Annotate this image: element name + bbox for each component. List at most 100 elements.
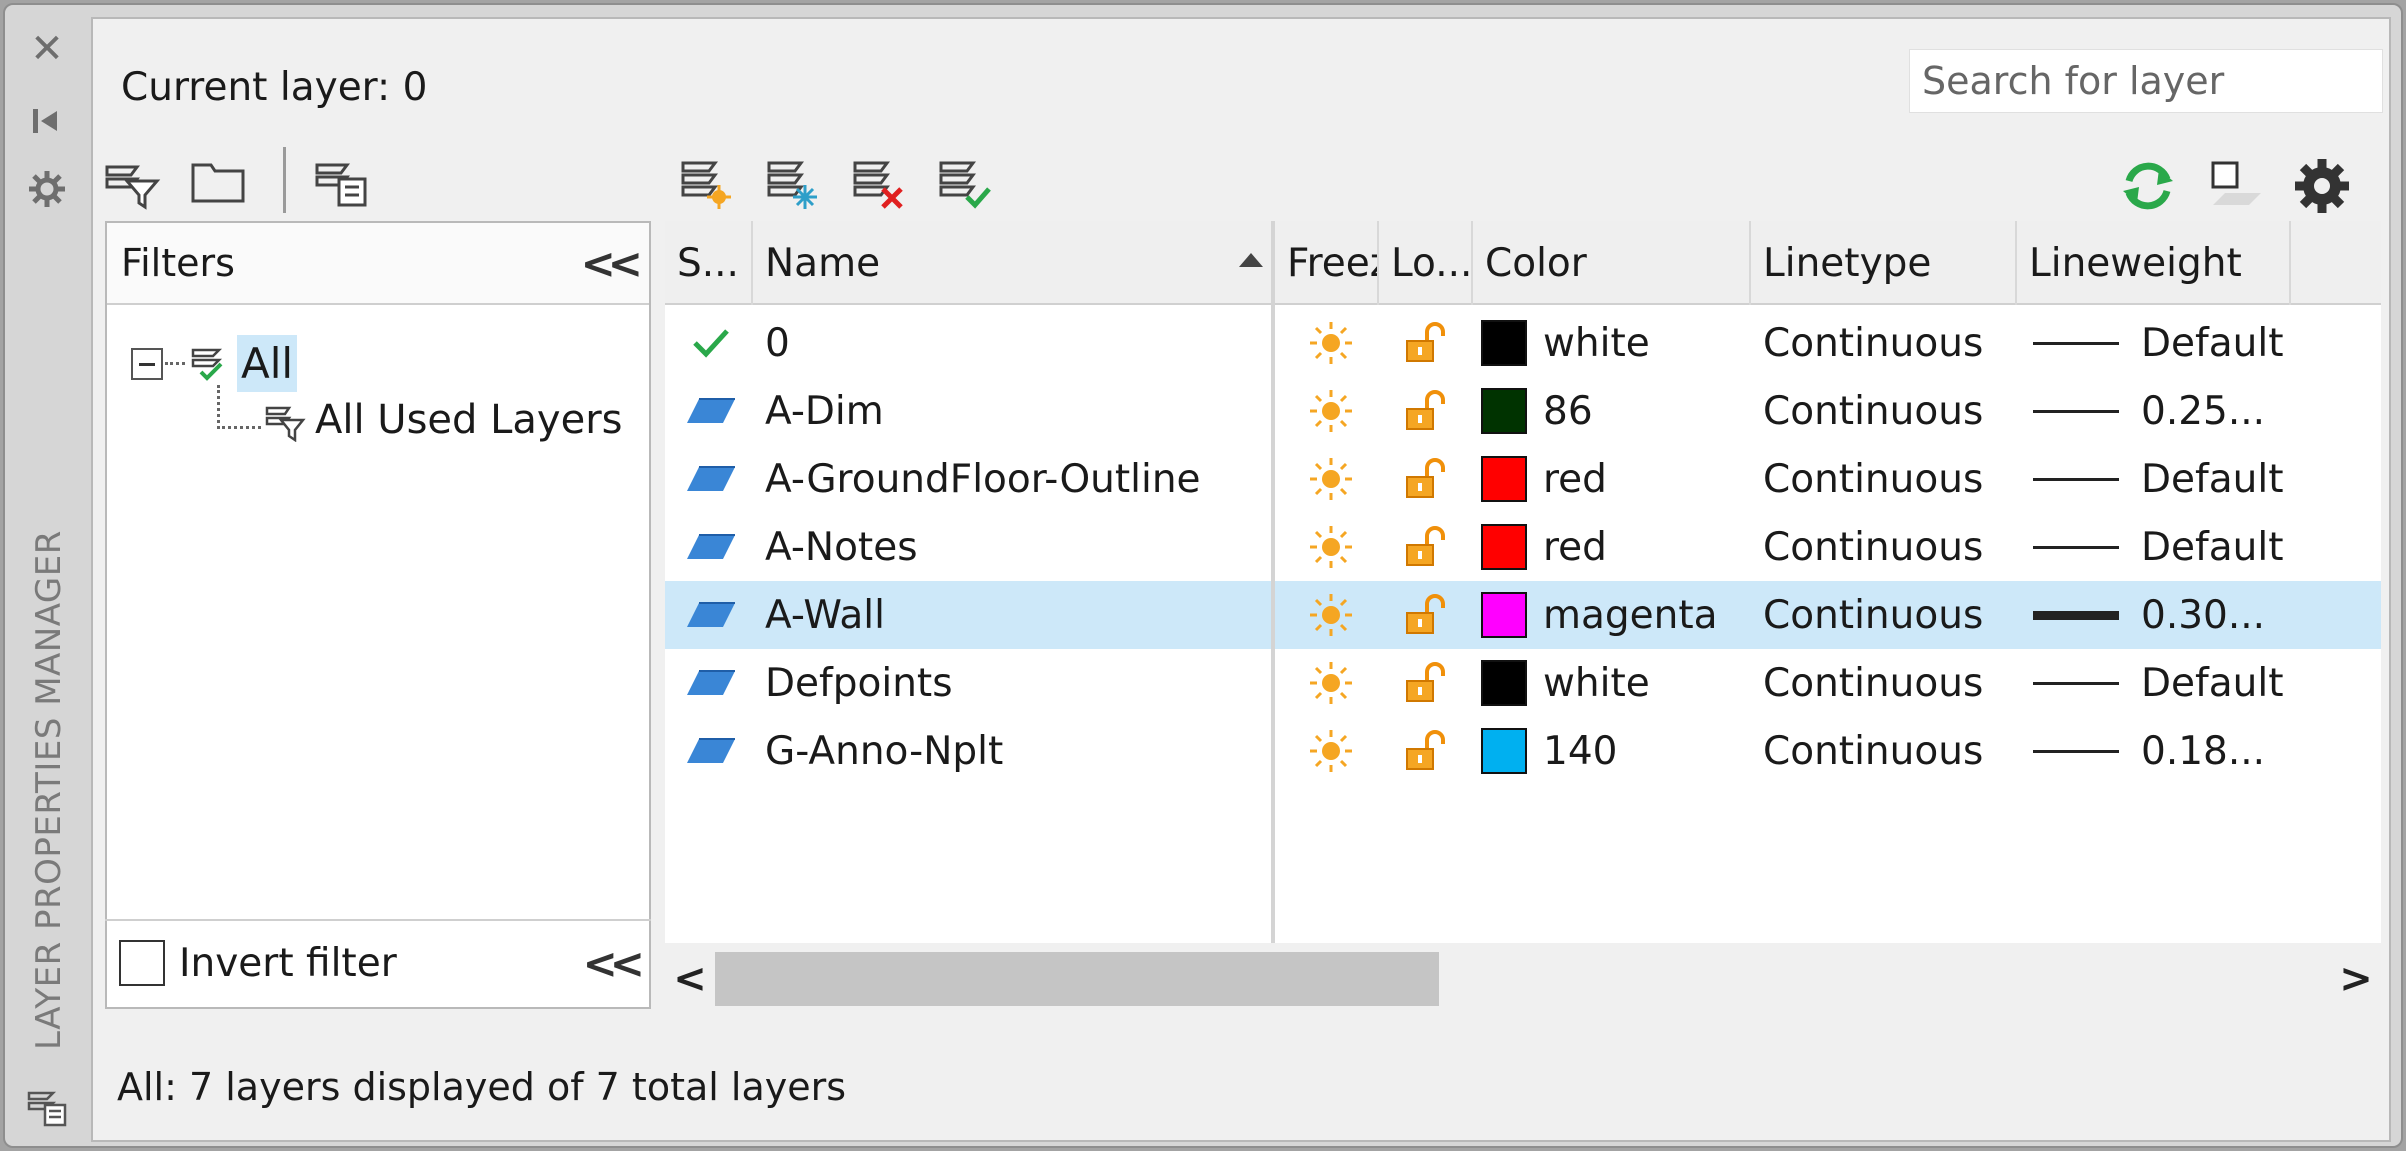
freeze-cell[interactable] xyxy=(1301,445,1361,513)
freeze-cell[interactable] xyxy=(1301,377,1361,445)
unlocked-padlock-icon xyxy=(1406,594,1445,634)
set-current-icon[interactable] xyxy=(931,147,997,213)
lock-cell[interactable] xyxy=(1395,581,1455,649)
linetype-cell[interactable]: Continuous xyxy=(1763,717,2017,785)
status-cell[interactable] xyxy=(671,649,751,717)
linetype-cell[interactable]: Continuous xyxy=(1763,649,2017,717)
linetype-cell[interactable]: Continuous xyxy=(1763,513,2017,581)
lineweight-cell[interactable]: Default xyxy=(2033,309,2383,377)
layer-row[interactable]: A-Dim 86 Continuous 0.25... xyxy=(665,377,2381,445)
freeze-cell[interactable] xyxy=(1301,513,1361,581)
layer-row[interactable]: A-Wall magenta Continuous 0.30... xyxy=(665,581,2381,649)
column-header-name[interactable]: Name xyxy=(753,221,1273,305)
layer-name[interactable]: G-Anno-Nplt xyxy=(765,717,1265,785)
invert-filter-checkbox[interactable] xyxy=(119,940,165,986)
scroll-thumb[interactable] xyxy=(715,952,1439,1006)
lock-cell[interactable] xyxy=(1395,717,1455,785)
settings-gear-icon[interactable] xyxy=(2289,153,2355,219)
unlocked-padlock-icon xyxy=(1406,730,1445,770)
column-header-freeze[interactable]: Freeze xyxy=(1275,221,1379,305)
filter-tree-all-used[interactable]: All Used Layers xyxy=(263,397,623,443)
new-property-filter-icon[interactable] xyxy=(99,147,165,213)
search-input[interactable] xyxy=(1910,58,2397,104)
tree-collapse-icon[interactable] xyxy=(131,347,163,380)
status-cell[interactable] xyxy=(671,581,751,649)
column-header-lineweight[interactable]: Lineweight xyxy=(2017,221,2291,305)
layer-icon xyxy=(687,738,735,763)
delete-layer-icon[interactable] xyxy=(845,147,911,213)
layer-name[interactable]: Defpoints xyxy=(765,649,1265,717)
column-header-color[interactable]: Color xyxy=(1473,221,1751,305)
lineweight-cell[interactable]: 0.25... xyxy=(2033,377,2383,445)
filters-header: Filters << xyxy=(107,223,649,305)
layer-icon xyxy=(687,398,735,423)
color-cell[interactable]: 86 xyxy=(1481,377,1751,445)
column-header-lock[interactable]: Lo... xyxy=(1379,221,1473,305)
lock-cell[interactable] xyxy=(1395,309,1455,377)
layer-states-manager-icon[interactable] xyxy=(309,147,375,213)
layer-row[interactable]: A-Notes red Continuous Default xyxy=(665,513,2381,581)
linetype-cell[interactable]: Continuous xyxy=(1763,445,2017,513)
layer-row[interactable]: A-GroundFloor-Outline red Continuous Defaul… xyxy=(665,445,2381,513)
frozen-column-divider[interactable] xyxy=(1271,221,1275,943)
color-cell[interactable]: red xyxy=(1481,445,1751,513)
new-group-filter-icon[interactable] xyxy=(185,147,251,213)
collapse-filters-chevron-icon[interactable]: << xyxy=(581,239,643,288)
color-cell[interactable]: 140 xyxy=(1481,717,1751,785)
color-cell[interactable]: red xyxy=(1481,513,1751,581)
layer-row[interactable]: 0 white Continuous Default xyxy=(665,309,2381,377)
layer-settings-viewport-icon[interactable] xyxy=(2203,153,2269,219)
refresh-icon[interactable] xyxy=(2115,153,2181,219)
search-box[interactable] xyxy=(1909,49,2397,113)
freeze-cell[interactable] xyxy=(1301,581,1361,649)
layer-name[interactable]: A-Notes xyxy=(765,513,1265,581)
status-cell[interactable] xyxy=(671,513,751,581)
freeze-cell[interactable] xyxy=(1301,309,1361,377)
layer-name[interactable]: A-Wall xyxy=(765,581,1265,649)
color-cell[interactable]: magenta xyxy=(1481,581,1751,649)
column-header-linetype[interactable]: Linetype xyxy=(1751,221,2017,305)
column-header-status[interactable]: S... xyxy=(665,221,753,305)
scroll-track[interactable] xyxy=(715,952,2331,1006)
filter-tree-all[interactable]: All xyxy=(131,335,298,392)
linetype-cell[interactable]: Continuous xyxy=(1763,581,2017,649)
autohide-icon[interactable] xyxy=(25,99,69,143)
status-cell[interactable] xyxy=(671,309,751,377)
lineweight-cell[interactable]: Default xyxy=(2033,649,2383,717)
linetype-cell[interactable]: Continuous xyxy=(1763,377,2017,445)
close-icon[interactable]: ✕ xyxy=(25,26,69,72)
layer-name[interactable]: A-Dim xyxy=(765,377,1265,445)
lineweight-cell[interactable]: 0.18... xyxy=(2033,717,2383,785)
scroll-left-icon[interactable]: < xyxy=(665,956,715,1002)
horizontal-scrollbar[interactable]: < > xyxy=(665,951,2381,1007)
lineweight-cell[interactable]: Default xyxy=(2033,513,2383,581)
freeze-cell[interactable] xyxy=(1301,717,1361,785)
status-cell[interactable] xyxy=(671,445,751,513)
new-layer-vp-frozen-icon[interactable] xyxy=(759,147,825,213)
lineweight-cell[interactable]: 0.30... xyxy=(2033,581,2383,649)
color-cell[interactable]: white xyxy=(1481,309,1751,377)
layer-name[interactable]: 0 xyxy=(765,309,1265,377)
new-layer-icon[interactable] xyxy=(673,147,739,213)
color-swatch xyxy=(1481,524,1527,570)
tree-connector-child xyxy=(217,385,261,429)
lock-cell[interactable] xyxy=(1395,377,1455,445)
filter-all-used-label[interactable]: All Used Layers xyxy=(315,397,623,443)
lock-cell[interactable] xyxy=(1395,649,1455,717)
palette-title-bar[interactable]: ✕ LAYER PROPERTIES MANAGER xyxy=(5,5,89,1146)
collapse-invert-chevron-icon[interactable]: << xyxy=(583,939,645,988)
lineweight-cell[interactable]: Default xyxy=(2033,445,2383,513)
lock-cell[interactable] xyxy=(1395,445,1455,513)
layer-name[interactable]: A-GroundFloor-Outline xyxy=(765,445,1265,513)
lock-cell[interactable] xyxy=(1395,513,1455,581)
scroll-right-icon[interactable]: > xyxy=(2331,956,2381,1002)
layer-row[interactable]: G-Anno-Nplt 140 Continuous 0.18... xyxy=(665,717,2381,785)
color-cell[interactable]: white xyxy=(1481,649,1751,717)
filter-all-label[interactable]: All xyxy=(237,335,298,392)
status-cell[interactable] xyxy=(671,717,751,785)
status-cell[interactable] xyxy=(671,377,751,445)
layer-row[interactable]: Defpoints white Continuous Default xyxy=(665,649,2381,717)
linetype-cell[interactable]: Continuous xyxy=(1763,309,2017,377)
freeze-cell[interactable] xyxy=(1301,649,1361,717)
properties-gear-icon[interactable] xyxy=(25,167,69,211)
